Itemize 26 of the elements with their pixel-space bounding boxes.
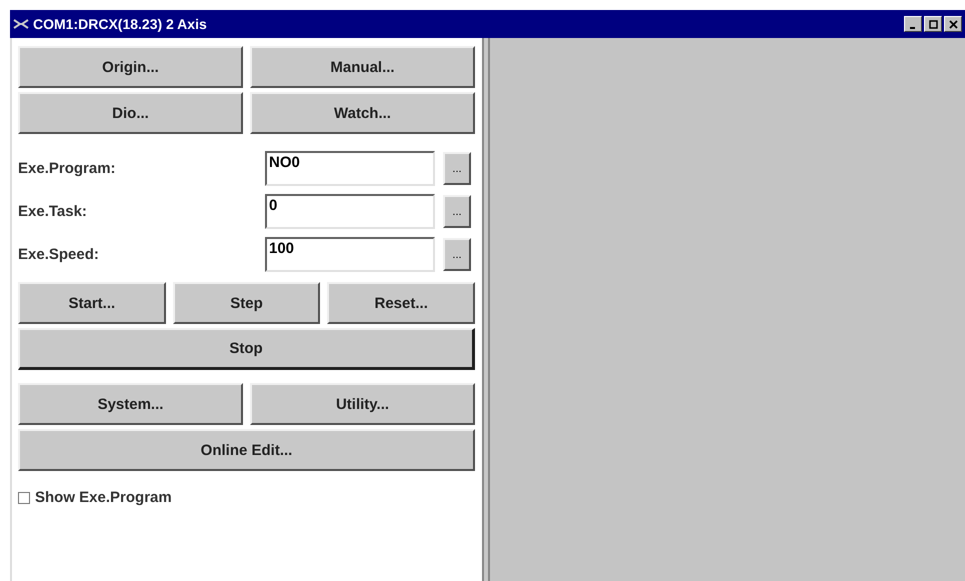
input-field[interactable]: 100 xyxy=(265,237,435,272)
browse-button[interactable]: ... xyxy=(443,238,471,271)
input-field[interactable]: NO0 xyxy=(265,151,435,186)
button[interactable]: Step xyxy=(172,282,320,324)
field-label: Exe.Speed: xyxy=(18,246,100,263)
button[interactable]: Origin... xyxy=(18,46,243,88)
maximize-icon[interactable] xyxy=(928,18,938,30)
stop-button[interactable]: Stop xyxy=(18,328,475,370)
button[interactable]: Start... xyxy=(18,282,166,324)
checkbox[interactable] xyxy=(18,492,30,504)
input-field[interactable]: 0 xyxy=(265,194,435,229)
field-label: Exe.Program: xyxy=(18,160,117,177)
button[interactable]: Watch... xyxy=(250,92,475,134)
close-icon[interactable] xyxy=(948,18,958,30)
button[interactable]: Manual... xyxy=(250,46,475,88)
checkbox-label: Show Exe.Program xyxy=(35,489,172,506)
button[interactable]: Dio... xyxy=(18,92,243,134)
button[interactable]: Online Edit... xyxy=(18,429,475,471)
browse-button[interactable]: ... xyxy=(443,152,471,185)
button[interactable]: Reset... xyxy=(327,282,476,324)
button[interactable]: Utility... xyxy=(250,383,475,425)
button[interactable]: System... xyxy=(18,383,243,425)
field-label: Exe.Task: xyxy=(18,203,88,220)
browse-button[interactable]: ... xyxy=(443,195,471,228)
connector-icon xyxy=(13,18,29,30)
window-title: COM1:DRCX(18.23) 2 Axis xyxy=(33,16,208,32)
